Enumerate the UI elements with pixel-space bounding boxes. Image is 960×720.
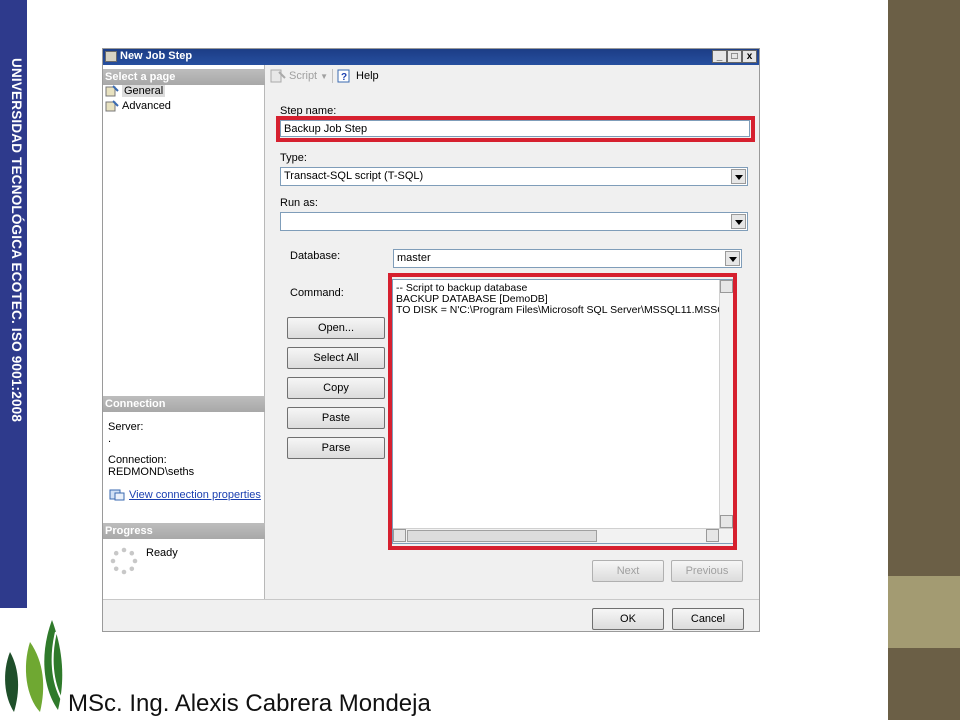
new-job-step-dialog: New Job Step _ □ x Select a page General… xyxy=(102,48,760,632)
progress-spinner-icon xyxy=(110,547,138,575)
database-select[interactable]: master xyxy=(393,249,742,268)
type-select[interactable]: Transact-SQL script (T-SQL) xyxy=(280,167,748,186)
toolbar-separator xyxy=(332,69,334,83)
left-pane: Select a page General Advanced Connectio… xyxy=(103,65,265,599)
type-value: Transact-SQL script (T-SQL) xyxy=(284,170,424,182)
ok-button[interactable]: OK xyxy=(592,608,664,630)
help-label: Help xyxy=(356,70,379,82)
view-connection-link[interactable]: View connection properties xyxy=(129,489,261,501)
decor-panel-top xyxy=(888,0,960,576)
page-item-general[interactable]: General xyxy=(105,85,166,97)
wrench-page-icon xyxy=(105,100,119,112)
decor-panel-middle xyxy=(888,576,960,648)
cancel-button[interactable]: Cancel xyxy=(672,608,744,630)
wrench-page-icon xyxy=(105,85,119,97)
server-label: Server: xyxy=(108,421,144,433)
script-dropdown-icon[interactable]: ▼ xyxy=(320,72,328,81)
open-button[interactable]: Open... xyxy=(287,317,385,339)
select-page-header: Select a page xyxy=(103,69,265,85)
author-caption: MSc. Ing. Alexis Cabrera Mondeja xyxy=(68,690,431,717)
side-bar-text: UNIVERSIDAD TECNOLÓGICA ECOTEC. ISO 9001… xyxy=(9,58,24,423)
view-connection-properties[interactable]: View connection properties xyxy=(109,489,261,501)
copy-button[interactable]: Copy xyxy=(287,377,385,399)
command-label: Command: xyxy=(290,287,344,299)
help-icon: ? xyxy=(337,69,350,83)
progress-header: Progress xyxy=(103,523,265,539)
connection-value: REDMOND\seths xyxy=(108,466,195,478)
right-pane: Script ▼ ? Help Step name: Backup Job St… xyxy=(266,65,759,599)
chevron-down-icon[interactable] xyxy=(731,214,746,229)
title-bar: New Job Step _ □ x xyxy=(103,49,759,65)
window-icon xyxy=(105,51,117,62)
next-button[interactable]: Next xyxy=(592,560,664,582)
dialog-footer: OK Cancel xyxy=(103,599,759,631)
window-title: New Job Step xyxy=(120,50,193,62)
server-value: . xyxy=(108,433,112,445)
decor-panel-bottom xyxy=(888,648,960,720)
minimize-button[interactable]: _ xyxy=(712,50,727,63)
step-name-highlight xyxy=(276,116,755,142)
command-highlight xyxy=(388,273,737,550)
properties-icon xyxy=(109,489,125,501)
chevron-down-icon[interactable] xyxy=(731,169,746,184)
paste-button[interactable]: Paste xyxy=(287,407,385,429)
run-as-label: Run as: xyxy=(280,197,318,209)
previous-button[interactable]: Previous xyxy=(671,560,743,582)
database-value: master xyxy=(397,252,431,264)
connection-label: Connection: xyxy=(108,454,167,466)
toolbar: Script ▼ ? Help xyxy=(270,69,379,83)
page-item-advanced[interactable]: Advanced xyxy=(105,100,171,112)
page-item-label: Advanced xyxy=(122,100,171,112)
select-all-button[interactable]: Select All xyxy=(287,347,385,369)
connection-header: Connection xyxy=(103,396,265,412)
script-button[interactable]: Script ▼ xyxy=(270,69,328,83)
progress-status: Ready xyxy=(146,547,178,559)
close-button[interactable]: x xyxy=(742,50,757,63)
maximize-button[interactable]: □ xyxy=(727,50,742,63)
svg-text:?: ? xyxy=(341,72,347,83)
parse-button[interactable]: Parse xyxy=(287,437,385,459)
chevron-down-icon[interactable] xyxy=(725,251,740,266)
database-label: Database: xyxy=(290,250,341,262)
script-label: Script xyxy=(289,70,318,82)
page-item-label: General xyxy=(122,85,166,97)
run-as-select[interactable] xyxy=(280,212,748,231)
help-button[interactable]: ? Help xyxy=(337,69,379,83)
ecotec-logo xyxy=(5,620,63,712)
type-label: Type: xyxy=(280,152,307,164)
script-icon xyxy=(270,69,286,83)
